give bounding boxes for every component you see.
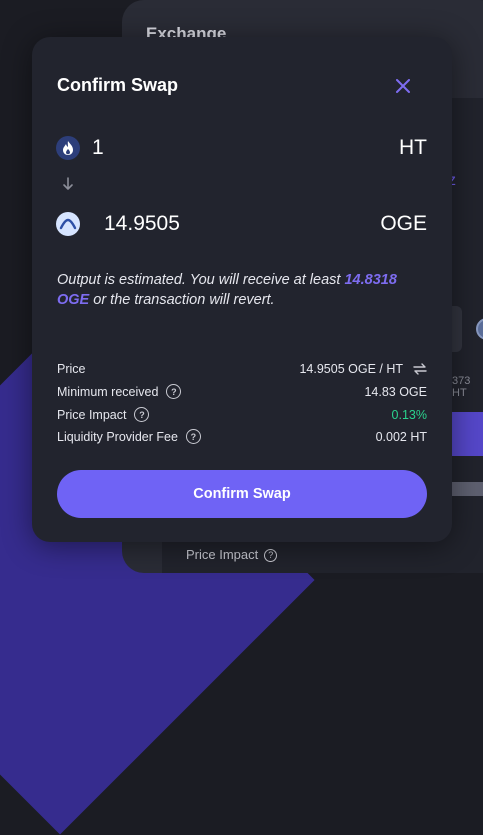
exchange-price-impact: Price Impact? — [186, 547, 278, 563]
question-circle-icon: ? — [264, 549, 278, 563]
modal-title: Confirm Swap — [57, 75, 179, 95]
price-label: Price — [57, 362, 86, 376]
arrow-down-icon — [62, 177, 74, 196]
oge-token-icon — [56, 212, 80, 236]
note-prefix: Output is estimated. You will receive at… — [57, 272, 345, 288]
question-circle-icon[interactable]: ? — [185, 429, 201, 444]
question-circle-icon[interactable]: ? — [166, 384, 182, 399]
price-impact-value: 0.13% — [391, 407, 427, 422]
confirm-swap-modal: Confirm Swap 1 HT 14.9505 OGE Output is … — [32, 37, 452, 542]
exchange-input-edge — [452, 306, 462, 352]
lp-fee-row: Liquidity Provider Fee ? 0.002 HT — [57, 429, 427, 444]
lp-fee-value: 0.002 HT — [375, 429, 427, 444]
swap-arrows-icon — [413, 363, 427, 375]
note-suffix: or the transaction will revert. — [89, 292, 275, 308]
output-amount: 14.9505 — [104, 212, 180, 235]
note-min-amount: 14.8318 — [344, 272, 397, 288]
input-amount: 1 — [92, 136, 104, 159]
exchange-balance-text: 373 HT — [452, 375, 471, 399]
question-circle-icon[interactable]: ? — [134, 407, 150, 422]
input-token-row: 1 HT — [56, 133, 427, 163]
close-button[interactable] — [392, 75, 414, 97]
exchange-swap-button — [452, 412, 483, 456]
minimum-received-row: Minimum received ? 14.83 OGE — [57, 384, 427, 399]
price-value: 14.9505 OGE / HT — [299, 362, 403, 376]
confirm-swap-button[interactable]: Confirm Swap — [57, 470, 427, 518]
lp-fee-label: Liquidity Provider Fee — [57, 429, 178, 444]
input-symbol: HT — [399, 136, 427, 159]
note-min-symbol: OGE — [57, 292, 90, 308]
price-impact-label: Price Impact — [57, 407, 127, 422]
output-symbol: OGE — [380, 212, 427, 235]
close-icon — [396, 79, 410, 93]
price-impact-row: Price Impact ? 0.13% — [57, 407, 427, 422]
output-token-row: 14.9505 OGE — [56, 209, 427, 239]
minimum-received-value: 14.83 OGE — [364, 384, 427, 399]
swap-price-direction-button[interactable] — [413, 363, 427, 375]
exchange-progress-bar — [452, 482, 483, 496]
estimate-note: Output is estimated. You will receive at… — [57, 270, 427, 310]
exchange-price-impact-label: Price Impact — [186, 547, 259, 562]
minimum-received-label: Minimum received — [57, 384, 159, 399]
ht-token-icon — [56, 136, 80, 160]
price-row: Price 14.9505 OGE / HT — [57, 362, 427, 376]
